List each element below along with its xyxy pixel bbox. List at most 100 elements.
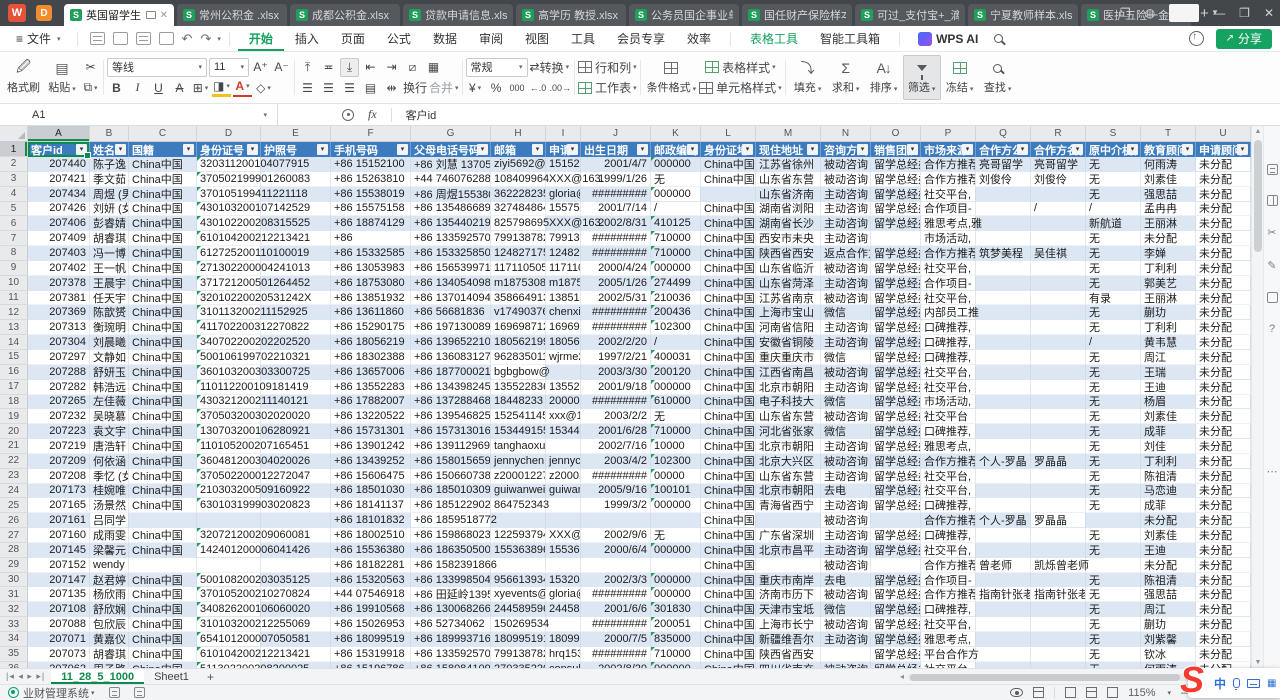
fill-button[interactable]: ⤵ 填充▾	[789, 55, 827, 100]
cell-N10[interactable]: 主动咨询	[821, 276, 871, 291]
cell-C11[interactable]: China中国	[129, 291, 197, 306]
cell-J8[interactable]: #########	[581, 246, 651, 261]
column-header-M[interactable]: M	[756, 126, 821, 141]
cell-F25[interactable]: +86 18141137	[331, 498, 411, 513]
cell-P29[interactable]: 合作方推荐	[921, 558, 976, 573]
header-cell-D1[interactable]: 身份证号▾	[197, 142, 261, 157]
cell-J25[interactable]: 1999/3/2	[581, 498, 651, 513]
cell-D12[interactable]: 310113200211152925	[197, 305, 261, 320]
cell-C20[interactable]: China中国	[129, 424, 197, 439]
align-top-icon[interactable]: ⤒	[298, 58, 317, 77]
cell-A30[interactable]: 207147	[28, 573, 90, 588]
column-header-H[interactable]: H	[491, 126, 546, 141]
cell-K35[interactable]: 710000	[651, 647, 701, 662]
cell-Q12[interactable]	[976, 305, 1031, 320]
row-header-34[interactable]: 34	[0, 632, 28, 647]
cell-D15[interactable]: 500106199702210321	[197, 350, 261, 365]
cell-A32[interactable]: 207108	[28, 602, 90, 617]
cell-K18[interactable]: 610000	[651, 395, 701, 410]
cell-F15[interactable]: +86 18302388	[331, 350, 411, 365]
close-button[interactable]: ✕	[1264, 6, 1274, 20]
row-header-21[interactable]: 21	[0, 439, 28, 454]
cell-B23[interactable]: 季忆 (女)	[90, 469, 129, 484]
cell-G33[interactable]: +86 52734062	[411, 617, 491, 632]
cell-C32[interactable]: China中国	[129, 602, 197, 617]
cell-R18[interactable]	[1031, 395, 1086, 410]
cell-U35[interactable]: 未分配	[1196, 647, 1251, 662]
cell-H25[interactable]: 864752343	[491, 498, 546, 513]
row-header-5[interactable]: 5	[0, 202, 28, 217]
table-style-button[interactable]: 表格样式▾	[699, 58, 782, 77]
cell-F30[interactable]: +86 15320563	[331, 573, 411, 588]
sheet-nav-arrows[interactable]: |◂ ◂ ▸ ▸|	[0, 671, 51, 682]
cell-Q35[interactable]	[976, 647, 1031, 662]
cell-Q19[interactable]	[976, 409, 1031, 424]
cell-N23[interactable]: 主动咨询	[821, 469, 871, 484]
cell-P16[interactable]: 社交平台,	[921, 365, 976, 380]
cell-Q3[interactable]: 刘俊伶	[976, 172, 1031, 187]
cell-B26[interactable]: 吕同学	[90, 513, 129, 528]
cell-N16[interactable]: 被动咨询	[821, 365, 871, 380]
worksheet-button[interactable]: 工作表▾	[578, 78, 637, 97]
cell-Q11[interactable]	[976, 291, 1031, 306]
cell-G18[interactable]: +86 1372884680	[411, 395, 491, 410]
menu-item-效率[interactable]: 效率	[676, 27, 722, 51]
cell-F2[interactable]: +86 15152100	[331, 157, 411, 172]
cell-B14[interactable]: 刘晨曦 (女)	[90, 335, 129, 350]
cell-R19[interactable]	[1031, 409, 1086, 424]
scroll-left-icon[interactable]: ◂	[900, 673, 904, 681]
cell-T16[interactable]: 王瑞	[1141, 365, 1196, 380]
cell-D19[interactable]: 370503200302020020	[197, 409, 261, 424]
cell-J7[interactable]: #########	[581, 231, 651, 246]
cell-G22[interactable]: +86 1580156591	[411, 454, 491, 469]
cell-T33[interactable]: 蒯玏	[1141, 617, 1196, 632]
header-cell-C1[interactable]: 国籍▾	[129, 142, 197, 157]
cell-C24[interactable]: China中国	[129, 484, 197, 499]
cell-Q31[interactable]: 指南针张老	[976, 587, 1031, 602]
cell-L3[interactable]: China中国	[701, 172, 756, 187]
cell-K15[interactable]: 400031	[651, 350, 701, 365]
cell-G6[interactable]: +86 1354402198	[411, 216, 491, 231]
cell-S3[interactable]: 无	[1086, 172, 1141, 187]
cell-B35[interactable]: 胡睿琪 (女)	[90, 647, 129, 662]
cell-D11[interactable]: 32010220020531242X	[197, 291, 261, 306]
cell-D28[interactable]: 142401200006041426	[197, 543, 261, 558]
cell-C26[interactable]	[129, 513, 197, 528]
cell-H34[interactable]: 180995191	[491, 632, 546, 647]
cell-C8[interactable]: China中国	[129, 246, 197, 261]
cell-I23[interactable]: z20001227	[546, 469, 581, 484]
decrease-font-button[interactable]: A⁻	[272, 58, 291, 77]
cell-C10[interactable]: China中国	[129, 276, 197, 291]
cell-L20[interactable]: China中国	[701, 424, 756, 439]
cell-R10[interactable]	[1031, 276, 1086, 291]
cell-P36[interactable]: 社交平台,	[921, 662, 976, 668]
cell-G27[interactable]: +86 1598680231	[411, 528, 491, 543]
document-tab[interactable]: S常州公积金 .xlsx	[177, 4, 287, 26]
cell-M28[interactable]: 北京市昌平	[756, 543, 821, 558]
cell-P18[interactable]: 市场活动,	[921, 395, 976, 410]
cell-T24[interactable]: 马恋迪	[1141, 484, 1196, 499]
cell-N30[interactable]: 去电	[821, 573, 871, 588]
cell-M22[interactable]: 北京大兴区	[756, 454, 821, 469]
cell-J10[interactable]: 2005/1/26	[581, 276, 651, 291]
cell-D24[interactable]: 210303200509160922	[197, 484, 261, 499]
cell-A22[interactable]: 207209	[28, 454, 90, 469]
cell-D5[interactable]: 430103200107142529	[197, 202, 261, 217]
cell-P17[interactable]: 社交平台,	[921, 380, 976, 395]
cell-T23[interactable]: 陈祖清	[1141, 469, 1196, 484]
cell-I15[interactable]: wjrme221@	[546, 350, 581, 365]
cell-D29[interactable]	[197, 558, 261, 573]
cell-D13[interactable]: 411702200312270822	[197, 320, 261, 335]
cell-E26[interactable]	[261, 513, 331, 528]
cell-P12[interactable]: 内部员工推	[921, 305, 976, 320]
cell-D21[interactable]: 110105200207165451	[197, 439, 261, 454]
column-header-R[interactable]: R	[1031, 126, 1086, 141]
cell-B18[interactable]: 左佳薇 (女)	[90, 395, 129, 410]
column-header-U[interactable]: U	[1196, 126, 1251, 141]
clear-button[interactable]: ◇▾	[254, 78, 273, 97]
cell-F6[interactable]: +86 18874129	[331, 216, 411, 231]
insert-function-button[interactable]: fx	[368, 107, 377, 122]
cell-G31[interactable]: +86 田延岭13954	[411, 587, 491, 602]
cell-O7[interactable]	[871, 231, 921, 246]
cell-K13[interactable]: 102300	[651, 320, 701, 335]
